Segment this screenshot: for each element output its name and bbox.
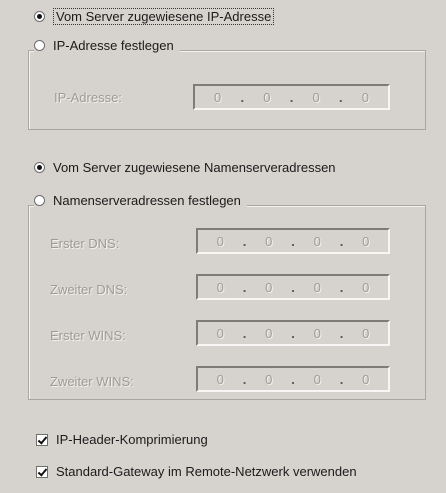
octet: 0 xyxy=(362,325,370,341)
octet: 0 xyxy=(362,371,370,387)
octet: 0 xyxy=(362,233,370,249)
octet: 0 xyxy=(216,279,224,295)
octet: 0 xyxy=(265,279,273,295)
dns-secondary-field[interactable]: 0. 0. 0. 0 xyxy=(196,274,390,300)
ip-auto-label: Vom Server zugewiesene IP-Adresse xyxy=(53,8,275,25)
ip-auto-option[interactable]: Vom Server zugewiesene IP-Adresse xyxy=(34,8,275,25)
default-gateway-checkbox[interactable] xyxy=(36,465,48,478)
octet: 0 xyxy=(313,325,321,341)
header-compression-checkbox[interactable] xyxy=(36,433,48,446)
dns-auto-option[interactable]: Vom Server zugewiesene Namenserveradress… xyxy=(34,160,336,175)
octet: 0 xyxy=(265,371,273,387)
dns-manual-label: Namenserveradressen festlegen xyxy=(53,193,241,208)
wins-secondary-field[interactable]: 0. 0. 0. 0 xyxy=(196,366,390,392)
dns-manual-radio[interactable] xyxy=(34,195,45,206)
header-compression-option[interactable]: IP-Header-Komprimierung xyxy=(36,432,208,447)
ip-auto-radio[interactable] xyxy=(34,11,45,22)
ip-octet-4: 0 xyxy=(361,89,369,105)
octet: 0 xyxy=(313,233,321,249)
dns-field-label: Zweiter WINS: xyxy=(50,374,134,389)
octet: 0 xyxy=(216,325,224,341)
octet: 0 xyxy=(362,279,370,295)
octet: 0 xyxy=(313,279,321,295)
dns-auto-label: Vom Server zugewiesene Namenserveradress… xyxy=(53,160,336,175)
header-compression-label: IP-Header-Komprimierung xyxy=(56,432,208,447)
octet: 0 xyxy=(265,325,273,341)
dns-field-label: Erster DNS: xyxy=(50,236,120,251)
octet: 0 xyxy=(313,371,321,387)
default-gateway-option[interactable]: Standard-Gateway im Remote-Netzwerk verw… xyxy=(36,464,357,479)
ip-address-label: IP-Adresse: xyxy=(54,90,122,105)
dns-primary-field[interactable]: 0. 0. 0. 0 xyxy=(196,228,390,254)
dns-field-label: Zweiter DNS: xyxy=(50,282,128,297)
dns-manual-option[interactable]: Namenserveradressen festlegen xyxy=(34,193,247,208)
ip-octet-3: 0 xyxy=(312,89,320,105)
ip-manual-label: IP-Adresse festlegen xyxy=(53,38,174,53)
default-gateway-label: Standard-Gateway im Remote-Netzwerk verw… xyxy=(56,464,357,479)
ip-manual-radio[interactable] xyxy=(34,40,45,51)
ip-manual-option[interactable]: IP-Adresse festlegen xyxy=(34,38,180,53)
octet: 0 xyxy=(216,371,224,387)
ip-octet-2: 0 xyxy=(263,89,271,105)
octet: 0 xyxy=(265,233,273,249)
octet: 0 xyxy=(216,233,224,249)
wins-primary-field[interactable]: 0. 0. 0. 0 xyxy=(196,320,390,346)
ip-octet-1: 0 xyxy=(214,89,222,105)
dns-field-label: Erster WINS: xyxy=(50,328,126,343)
dns-auto-radio[interactable] xyxy=(34,162,45,173)
ip-address-field[interactable]: 0. 0. 0. 0 xyxy=(193,84,390,110)
